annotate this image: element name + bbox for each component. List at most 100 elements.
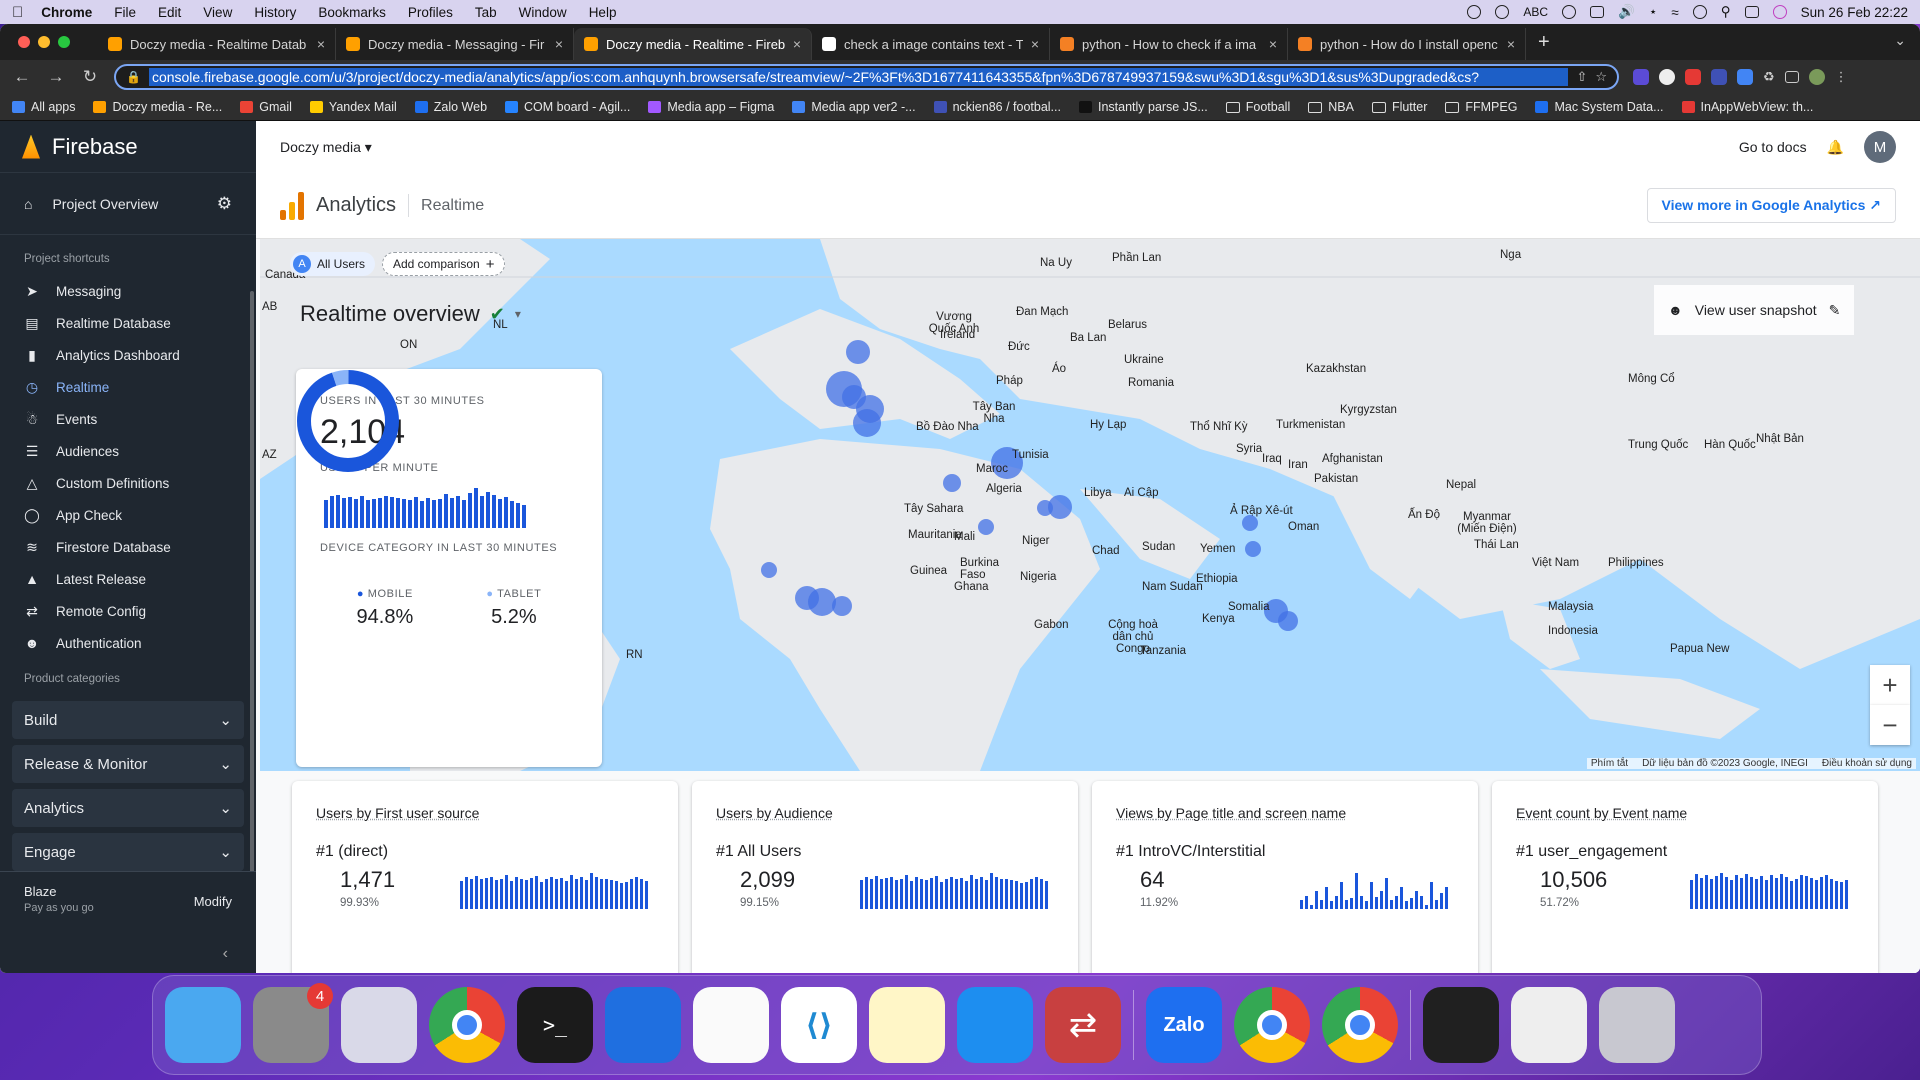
xcode-icon[interactable]: [605, 987, 681, 1063]
bookmark-item[interactable]: COM board - Agil...: [505, 100, 630, 114]
user-location-marker[interactable]: [832, 596, 852, 616]
sidebar-item-remote-config[interactable]: ⇄ Remote Config: [0, 595, 256, 627]
bookmark-item[interactable]: Yandex Mail: [309, 100, 397, 114]
close-tab-icon[interactable]: ×: [1031, 36, 1039, 52]
dimension-selector[interactable]: by Event name: [1594, 805, 1687, 821]
status-icon-2[interactable]: [1495, 5, 1510, 19]
bookmark-item[interactable]: Football: [1225, 100, 1290, 114]
avatar[interactable]: M: [1864, 131, 1896, 163]
site-info-icon[interactable]: 🔒: [126, 70, 141, 84]
zoom-in-button[interactable]: +: [1870, 665, 1910, 705]
category-analytics[interactable]: Analytics ⌄: [12, 789, 244, 827]
user-location-marker[interactable]: [1048, 495, 1072, 519]
metric-selector[interactable]: Views: [1116, 805, 1153, 821]
menu-view[interactable]: View: [203, 5, 232, 20]
user-location-marker[interactable]: [761, 562, 777, 578]
bookmark-item[interactable]: InAppWebView: th...: [1681, 100, 1813, 114]
remote-desktop-icon[interactable]: ⇄: [1045, 987, 1121, 1063]
side-panel-icon[interactable]: [1784, 71, 1799, 83]
add-comparison-button[interactable]: Add comparison +: [382, 252, 506, 276]
go-to-docs-link[interactable]: Go to docs: [1739, 139, 1807, 155]
bookmark-item[interactable]: Zalo Web: [414, 100, 487, 114]
sparkline-chart[interactable]: [860, 873, 1048, 909]
metric-selector[interactable]: Users: [316, 805, 353, 821]
simulator-icon[interactable]: [957, 987, 1033, 1063]
sparkline-chart[interactable]: [1690, 873, 1848, 909]
zalo-icon[interactable]: Zalo: [1146, 987, 1222, 1063]
new-tab-button[interactable]: +: [1526, 31, 1562, 54]
user-location-marker[interactable]: [1278, 611, 1298, 631]
input-source-label[interactable]: ABC: [1523, 5, 1548, 19]
browser-tab[interactable]: python - How to check if a ima ×: [1050, 28, 1288, 60]
menu-tab[interactable]: Tab: [475, 5, 497, 20]
reload-button[interactable]: ↻: [80, 67, 100, 87]
chrome-menu-icon[interactable]: ⋮: [1835, 69, 1848, 85]
project-selector[interactable]: Doczy media ▾: [280, 139, 372, 156]
address-url[interactable]: console.firebase.google.com/u/3/project/…: [148, 68, 1569, 86]
report-card[interactable]: Views by Page title and screen name #1 In…: [1092, 781, 1478, 973]
menu-window[interactable]: Window: [519, 5, 567, 20]
menu-edit[interactable]: Edit: [158, 5, 181, 20]
window-thumbnail-icon[interactable]: [1423, 987, 1499, 1063]
sidebar-item-latest-release[interactable]: ▲ Latest Release: [0, 563, 256, 595]
user-location-marker[interactable]: [943, 474, 961, 492]
user-location-marker[interactable]: [1245, 541, 1261, 557]
view-more-google-analytics-button[interactable]: View more in Google Analytics ↗: [1646, 188, 1896, 223]
extension-icon-4[interactable]: [1711, 69, 1727, 85]
chrome-icon[interactable]: [429, 987, 505, 1063]
sidebar-item-app-check[interactable]: ◯ App Check: [0, 499, 256, 531]
tab-search-icon[interactable]: ⌄: [1894, 32, 1906, 49]
browser-tab[interactable]: check a image contains text - T ×: [812, 28, 1050, 60]
screen-mirror-icon[interactable]: [1590, 6, 1605, 18]
menu-profiles[interactable]: Profiles: [408, 5, 453, 20]
bluetooth-icon[interactable]: ⋆: [1649, 4, 1657, 20]
extensions-puzzle-icon[interactable]: ♻: [1763, 69, 1775, 85]
spotlight-icon[interactable]: ⚲: [1721, 4, 1731, 20]
notes-icon[interactable]: [869, 987, 945, 1063]
browser-tab[interactable]: Doczy media - Messaging - Fir ×: [336, 28, 574, 60]
collapse-sidebar-icon[interactable]: ‹: [223, 945, 228, 963]
close-window-icon[interactable]: [18, 36, 30, 48]
sparkline-chart[interactable]: [1300, 873, 1448, 909]
sidebar-item-messaging[interactable]: ➤ Messaging: [0, 275, 256, 307]
zoom-window-icon[interactable]: [58, 36, 70, 48]
device-donut-chart[interactable]: [296, 369, 400, 473]
category-engage[interactable]: Engage ⌄: [12, 833, 244, 871]
bookmark-item[interactable]: Doczy media - Re...: [93, 100, 222, 114]
close-tab-icon[interactable]: ×: [317, 36, 325, 52]
category-build[interactable]: Build ⌄: [12, 701, 244, 739]
sidebar-item-audiences[interactable]: ☰ Audiences: [0, 435, 256, 467]
menu-bookmarks[interactable]: Bookmarks: [318, 5, 386, 20]
category-release-monitor[interactable]: Release & Monitor ⌄: [12, 745, 244, 783]
browser-tab[interactable]: Doczy media - Realtime - Fireb ×: [574, 28, 812, 60]
metric-selector[interactable]: Users: [716, 805, 753, 821]
sidebar-scrollbar[interactable]: [250, 291, 254, 891]
user-location-marker[interactable]: [846, 340, 870, 364]
browser-tab[interactable]: Doczy media - Realtime Datab ×: [98, 28, 336, 60]
report-card-title[interactable]: Users by First user source: [316, 805, 654, 821]
user-location-marker[interactable]: [853, 409, 881, 437]
menu-file[interactable]: File: [114, 5, 136, 20]
keyboard-shortcuts-link[interactable]: Phím tắt: [1591, 758, 1628, 769]
view-user-snapshot-button[interactable]: ☻ View user snapshot ✎: [1654, 285, 1854, 335]
modify-plan-button[interactable]: Modify: [194, 894, 232, 909]
bookmark-item[interactable]: Media app ver2 -...: [792, 100, 916, 114]
back-button[interactable]: ←: [12, 67, 32, 87]
all-users-chip[interactable]: A All Users: [290, 252, 376, 276]
sidebar-item-events[interactable]: ☃ Events: [0, 403, 256, 435]
dimension-selector[interactable]: by Audience: [756, 805, 832, 821]
status-icon-1[interactable]: [1467, 5, 1482, 19]
minimize-window-icon[interactable]: [38, 36, 50, 48]
menu-help[interactable]: Help: [589, 5, 617, 20]
report-card-title[interactable]: Event count by Event name: [1516, 805, 1854, 821]
metric-selector[interactable]: Event count: [1516, 805, 1590, 821]
firebase-brand[interactable]: Firebase: [0, 121, 256, 173]
user-icon[interactable]: [1692, 5, 1707, 19]
dimension-selector[interactable]: by Page title and screen name: [1157, 805, 1346, 821]
volume-icon[interactable]: 🔊: [1618, 4, 1635, 20]
user-location-marker[interactable]: [978, 519, 994, 535]
browser-tab[interactable]: python - How do I install openc ×: [1288, 28, 1526, 60]
terminal-icon[interactable]: >_: [517, 987, 593, 1063]
close-tab-icon[interactable]: ×: [555, 36, 563, 52]
donut-slice-mobile[interactable]: [297, 370, 399, 472]
